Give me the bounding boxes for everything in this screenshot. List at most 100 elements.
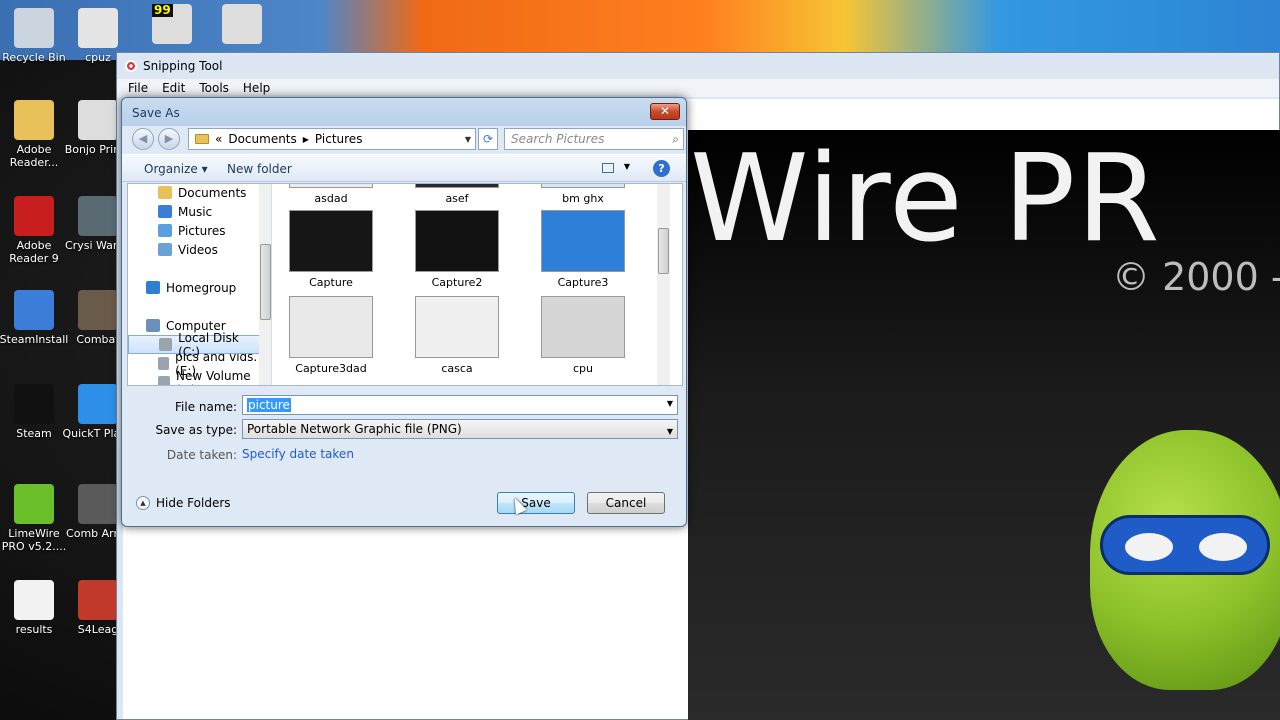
- nav-item[interactable]: Videos: [128, 240, 260, 259]
- desktop-icon-label: Adobe Reader 9: [9, 239, 59, 265]
- steam-icon: [14, 384, 54, 424]
- desktop-icon[interactable]: 99: [136, 4, 208, 47]
- file-item[interactable]: asef: [402, 184, 512, 205]
- desktop-icon[interactable]: LimeWire PRO v5.2....: [0, 484, 70, 553]
- search-icon[interactable]: ⌕: [672, 129, 679, 149]
- organize-button[interactable]: Organize ▾: [144, 162, 208, 176]
- file-thumbnail: [541, 296, 625, 358]
- breadcrumb-prefix[interactable]: «: [215, 132, 222, 146]
- printer-icon: [78, 100, 118, 140]
- file-name: asdad: [314, 192, 348, 205]
- desktop-icon-label: SteamInstall: [0, 333, 69, 346]
- desktop-icon-label: Recycle Bin: [2, 51, 66, 64]
- save-as-dialog[interactable]: Save As ✕ ◀ ▶ « Documents ▶ Pictures ▼ ⟳…: [121, 97, 687, 527]
- save-button[interactable]: Save: [497, 492, 575, 514]
- hide-folders-label: Hide Folders: [156, 496, 231, 510]
- nav-item[interactable]: Homegroup: [128, 278, 260, 297]
- menu-help[interactable]: Help: [236, 79, 277, 97]
- breadcrumb-pictures[interactable]: Pictures: [315, 132, 363, 146]
- file-item[interactable]: Capture3: [528, 210, 638, 289]
- limewire-icon: [14, 484, 54, 524]
- captured-heading: Wire PR: [690, 130, 1161, 269]
- nav-item-label: Videos: [178, 242, 218, 257]
- address-bar[interactable]: « Documents ▶ Pictures ▼: [188, 128, 476, 150]
- file-name-value[interactable]: picture: [247, 398, 291, 412]
- file-item[interactable]: Capture: [276, 210, 386, 289]
- file-name-label: File name:: [175, 400, 237, 414]
- file-thumbnail: [415, 184, 499, 188]
- save-type-label: Save as type:: [155, 423, 237, 437]
- file-name: cpu: [572, 362, 593, 375]
- pictures-icon: [158, 224, 172, 237]
- nav-item[interactable]: Pictures: [128, 221, 260, 240]
- file-thumbnail: [541, 184, 625, 188]
- specify-date-link[interactable]: Specify date taken: [242, 447, 354, 461]
- file-item[interactable]: casca: [402, 296, 512, 375]
- save-type-dropdown-icon[interactable]: ▼: [667, 423, 673, 441]
- change-view-icon[interactable]: [602, 163, 614, 173]
- forward-button[interactable]: ▶: [158, 128, 180, 150]
- desktop-icon[interactable]: Adobe Reader 9: [0, 196, 70, 265]
- new-folder-button[interactable]: New folder: [227, 162, 292, 176]
- browser-panes: New Volume (F:)pics and vids. (E:)Local …: [127, 183, 683, 386]
- file-name-input[interactable]: picture ▼: [242, 395, 678, 415]
- file-list[interactable]: cpu casca Capture3dad Capture3 Capture2 Captu…: [274, 184, 670, 385]
- search-input[interactable]: Search Pictures ⌕: [504, 128, 684, 150]
- view-dropdown-icon[interactable]: ▼: [624, 162, 630, 171]
- file-name: asef: [445, 192, 469, 205]
- snipping-tool-titlebar[interactable]: Snipping Tool: [117, 53, 1279, 79]
- quicktime-icon: [78, 384, 118, 424]
- file-item[interactable]: asdad: [276, 184, 386, 205]
- snipping-tool-menubar: File Edit Tools Help: [117, 79, 1279, 97]
- nav-item[interactable]: Music: [128, 202, 260, 221]
- file-item[interactable]: Capture3dad: [276, 296, 386, 375]
- dialog-toolbar: Organize ▾ New folder ▼ ?: [122, 154, 686, 182]
- navigation-scrollbar[interactable]: [259, 184, 271, 385]
- refresh-button[interactable]: ⟳: [478, 128, 498, 150]
- desktop-icon[interactable]: [206, 4, 278, 47]
- nav-item[interactable]: Computer: [128, 316, 260, 335]
- file-item[interactable]: cpu: [528, 296, 638, 375]
- desktop-icon[interactable]: SteamInstall: [0, 290, 70, 346]
- file-name-dropdown-icon[interactable]: ▼: [667, 399, 673, 408]
- combat-arms-icon: [78, 484, 118, 524]
- cancel-button[interactable]: Cancel: [587, 492, 665, 514]
- help-button[interactable]: ?: [653, 160, 670, 177]
- menu-edit[interactable]: Edit: [155, 79, 192, 97]
- recycle-bin-icon: [14, 8, 54, 48]
- computer-icon: [146, 319, 160, 332]
- save-type-value: Portable Network Graphic file (PNG): [247, 422, 462, 436]
- file-item[interactable]: bm ghx: [528, 184, 638, 205]
- mascot-mask: [1100, 515, 1270, 575]
- address-dropdown-icon[interactable]: ▼: [461, 135, 475, 144]
- desktop-icon[interactable]: results: [0, 580, 70, 636]
- desktop-icon[interactable]: Recycle Bin: [0, 8, 70, 64]
- save-type-select[interactable]: Portable Network Graphic file (PNG) ▼: [242, 419, 678, 439]
- document-icon: [14, 580, 54, 620]
- drive-icon: [159, 338, 173, 351]
- file-list-scroll-thumb[interactable]: [658, 228, 669, 274]
- drive-icon: [158, 357, 170, 370]
- nav-item[interactable]: Documents: [128, 184, 260, 202]
- menu-file[interactable]: File: [121, 79, 155, 97]
- file-list-scrollbar[interactable]: [657, 184, 670, 385]
- breadcrumb-documents[interactable]: Documents: [228, 132, 296, 146]
- combat-icon: [78, 290, 118, 330]
- nav-item[interactable]: Local Disk (C:): [128, 331, 260, 359]
- drive-icon: [158, 376, 171, 385]
- hide-folders-button[interactable]: ▲ Hide Folders: [136, 496, 231, 510]
- file-thumbnail: [415, 296, 499, 358]
- desktop-icon[interactable]: Steam: [0, 384, 70, 440]
- dialog-titlebar[interactable]: Save As ✕: [122, 98, 686, 126]
- navigation-scroll-thumb[interactable]: [260, 244, 271, 320]
- nav-item-label: Homegroup: [166, 280, 237, 295]
- videos-icon: [158, 243, 172, 256]
- file-thumbnail: [289, 210, 373, 272]
- navigation-pane[interactable]: New Volume (F:)pics and vids. (E:)Local …: [128, 184, 272, 385]
- menu-tools[interactable]: Tools: [192, 79, 236, 97]
- desktop-icon[interactable]: Adobe Reader...: [0, 100, 70, 169]
- close-button[interactable]: ✕: [650, 103, 680, 120]
- back-button[interactable]: ◀: [132, 128, 154, 150]
- badge: 99: [152, 3, 173, 17]
- file-item[interactable]: Capture2: [402, 210, 512, 289]
